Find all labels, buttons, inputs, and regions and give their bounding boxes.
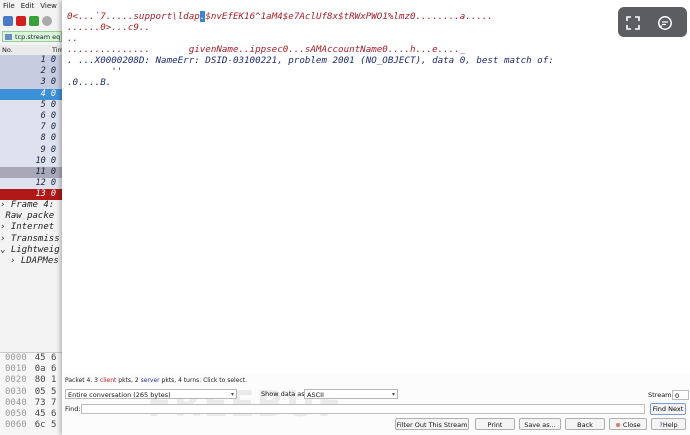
options-gear-icon[interactable] — [42, 16, 52, 26]
find-label: Find: — [65, 405, 81, 413]
packet-row[interactable]: 12 0 — [0, 178, 62, 190]
stream-line-client: ......0>...c9.. — [67, 22, 150, 33]
display-filter-value: tcp.stream eq 0 — [15, 33, 62, 41]
follow-tcp-stream-dialog: 0<...`7.....support\ldap.$nvEfEK16^1aM4$… — [62, 0, 690, 435]
show-data-select[interactable]: ASCII ▾ — [304, 389, 398, 399]
packet-bytes-pane: 0000 45 6 0010 0a 6 0020 80 1 0030 05 5 0040… — [0, 352, 62, 435]
collapse-arrow-icon[interactable]: ⌄ — [0, 245, 5, 255]
packet-row[interactable]: 7 0 — [0, 122, 62, 134]
dropdown-arrow-icon: ▾ — [391, 391, 395, 398]
packet-row[interactable]: 9 0 — [0, 144, 62, 156]
packet-row-error[interactable]: 13 0 — [0, 189, 62, 201]
hex-row: 0030 05 5 — [5, 386, 57, 397]
hex-row: 0060 6c 5 — [5, 420, 57, 431]
expand-arrow-icon[interactable]: › — [0, 234, 5, 244]
stream-line-server: . ...X0000208D: NameErr: DSID-03100221, … — [67, 55, 554, 66]
restart-capture-icon[interactable] — [29, 16, 39, 26]
bookmark-icon[interactable] — [5, 34, 12, 40]
packet-row[interactable]: 1 0 — [0, 55, 62, 67]
shark-fin-start-icon[interactable] — [3, 16, 13, 26]
expand-icon[interactable] — [620, 10, 646, 36]
stream-stats-text: Packet 4. 3 client pkts, 2 server pkts, … — [65, 377, 247, 384]
hex-row: 0000 45 6 — [5, 353, 57, 363]
expand-arrow-icon[interactable]: › — [10, 256, 15, 266]
stream-number-stepper[interactable]: 0 — [672, 390, 689, 400]
expand-arrow-icon[interactable]: › — [0, 222, 5, 232]
hex-row: 0010 0a 6 — [5, 364, 57, 375]
stream-line-client: 0<...`7.....support\ldap.$nvEfEK16^1aM4$… — [67, 11, 493, 22]
filter-out-stream-button[interactable]: Filter Out This Stream — [395, 418, 469, 430]
close-icon: ⊗ — [615, 421, 621, 429]
stream-line-client: .. — [67, 33, 79, 44]
find-next-button[interactable]: Find Next — [650, 403, 686, 415]
back-button[interactable]: Back — [565, 418, 605, 430]
menu-edit[interactable]: Edit — [21, 2, 35, 10]
menu-file[interactable]: File — [3, 2, 15, 10]
expand-arrow-icon[interactable]: › — [0, 200, 5, 210]
packet-row[interactable]: 8 0 — [0, 133, 62, 145]
save-as-button[interactable]: Save as... — [519, 418, 561, 430]
packet-row[interactable]: 11 0 — [0, 166, 62, 179]
col-time[interactable]: Time — [52, 46, 62, 54]
packet-row[interactable]: 5 0 — [0, 99, 62, 111]
tree-item[interactable]: ⌄ Lightweig — [0, 245, 62, 256]
display-filter-input[interactable]: tcp.stream eq 0 — [2, 31, 62, 42]
col-no[interactable]: No. — [2, 46, 13, 54]
help-button[interactable]: ?Help — [651, 418, 686, 430]
stream-line-server: '' — [67, 66, 123, 77]
tree-item[interactable]: › LDAPMes — [0, 256, 62, 267]
close-button[interactable]: ⊗ Close — [609, 418, 647, 430]
tree-item[interactable]: › Transmiss — [0, 234, 62, 245]
conversation-select[interactable]: Entire conversation (265 bytes) ▾ — [65, 389, 237, 399]
tree-item[interactable]: Raw packe — [0, 211, 62, 222]
hex-row: 0040 73 7 — [5, 397, 57, 408]
show-data-label: Show data as — [261, 390, 305, 398]
packet-row[interactable]: 10 0 — [0, 155, 62, 167]
print-button[interactable]: Print — [475, 418, 515, 430]
menu-bar: File Edit View — [0, 0, 62, 12]
packet-row-selected[interactable]: 4 0 — [0, 88, 62, 100]
find-input[interactable] — [81, 404, 645, 414]
main-toolbar — [0, 13, 62, 29]
menu-view[interactable]: View — [40, 2, 57, 10]
packet-list: 1 0 2 0 3 0 4 0 5 0 6 0 7 0 8 0 9 0 10 0… — [0, 55, 62, 201]
packet-row[interactable]: 6 0 — [0, 110, 62, 123]
tree-item[interactable]: › Internet — [0, 222, 62, 233]
stop-capture-icon[interactable] — [16, 16, 26, 26]
stream-label: Stream — [648, 391, 672, 399]
wireshark-main-window: File Edit View tcp.stream eq 0 No. Time … — [0, 0, 62, 435]
packet-row[interactable]: 3 0 — [0, 77, 62, 89]
stream-content-pane[interactable]: 0<...`7.....support\ldap.$nvEfEK16^1aM4$… — [62, 0, 690, 375]
hex-row: 0050 45 6 — [5, 408, 57, 419]
chat-icon[interactable] — [652, 10, 678, 36]
stream-line-client: ............... givenName..ippsec0...sAM… — [67, 44, 466, 55]
stream-line-server: .0....B. — [67, 77, 112, 88]
tree-item[interactable]: › Frame 4: — [0, 200, 62, 211]
packet-row[interactable]: 2 0 — [0, 66, 62, 78]
dropdown-arrow-icon: ▾ — [230, 391, 234, 398]
packet-details-tree: › Frame 4: Raw packe › Internet › Transm… — [0, 200, 62, 267]
hex-row: 0020 80 1 — [5, 375, 57, 386]
